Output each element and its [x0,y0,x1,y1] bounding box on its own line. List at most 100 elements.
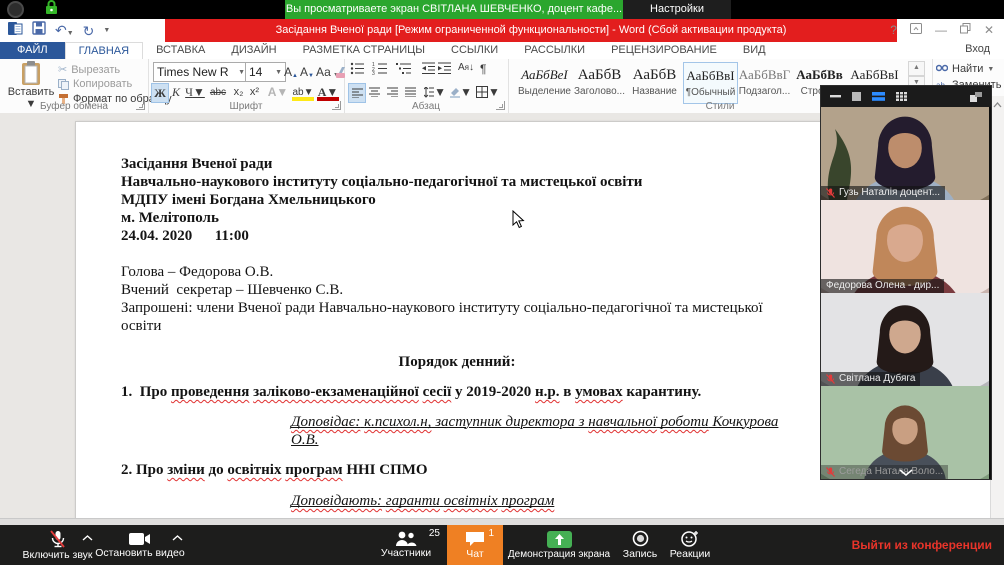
shading-button[interactable]: ▼ [450,83,472,101]
gallery-view-icon[interactable] [896,92,907,101]
reactions-button[interactable]: Реакции [664,525,716,565]
close-icon[interactable]: ✕ [984,19,994,42]
tab-рецензирование[interactable]: РЕЦЕНЗИРОВАНИЕ [598,42,730,59]
find-button[interactable]: Найти▼ [936,63,994,75]
document-paragraph: Засідання Вченої ради [121,155,793,173]
paragraph-group: 123 Ая↓ ¶ ▼ ▼ ▼ Абзац [344,59,509,113]
tab-главная[interactable]: ГЛАВНАЯ [65,42,143,59]
blank-line [121,245,793,263]
minimize-icon[interactable]: — [935,19,947,42]
justify-button[interactable] [402,83,418,101]
redo-button[interactable]: ↻ [83,24,95,38]
font-family-select[interactable]: Times New R▼ [153,62,249,82]
styles-scroll-up-icon[interactable]: ▲ [908,61,925,76]
video-options-chevron-icon[interactable] [172,535,183,541]
text-effects-button[interactable]: А▼ [268,83,288,101]
minimize-panel-icon[interactable] [830,95,841,98]
share-screen-button[interactable]: Демонстрация экрана [505,525,613,565]
bullets-icon[interactable] [350,62,366,80]
mic-muted-icon [826,188,835,198]
line-spacing-button[interactable]: ▼ [424,83,446,101]
video-tile-3[interactable]: Світлана Дубяга [821,293,989,386]
style-card-Подзагол...[interactable]: АаБбВвГПодзагол... [738,62,791,102]
cut-button[interactable]: ✂Вырезать [58,63,120,76]
multilevel-list-icon[interactable] [396,62,412,80]
borders-button[interactable]: ▼ [476,83,500,101]
save-icon[interactable] [32,21,46,40]
undo-caret-icon[interactable]: ▼ [67,30,74,37]
participants-button[interactable]: Участники 25 [370,525,442,565]
underline-button[interactable]: Ч▼ [185,83,205,101]
style-name: Выделение [518,86,571,97]
sort-icon[interactable]: Ая↓ [458,62,474,73]
tab-разметка страницы[interactable]: РАЗМЕТКА СТРАНИЦЫ [290,42,438,59]
increase-indent-icon[interactable] [438,62,452,80]
subscript-button[interactable]: х₂ [231,83,246,101]
participant-name-label: Світлана Дубяга [821,372,920,386]
scroll-up-icon[interactable] [993,102,1002,108]
style-card-¶Обычный[interactable]: АаБбВвІ¶Обычный [683,62,738,104]
participant-name-label: Гузь Наталія доцент... [821,186,945,200]
video-tile-2[interactable]: Федорова Олена - дир... [821,200,989,293]
numbering-icon[interactable]: 123 [372,62,388,80]
clipboard-icon [20,61,42,86]
tab-рассылки[interactable]: РАССЫЛКИ [511,42,598,59]
style-sample: АаБбВ [573,62,626,86]
font-dialog-launcher[interactable] [332,101,341,110]
style-card-Выделение[interactable]: АаБбВеІВыделение [518,62,571,102]
font-size-select[interactable]: 14▼ [245,62,286,82]
audio-options-chevron-icon[interactable] [82,535,93,541]
popout-panel-icon[interactable] [970,92,982,102]
style-card-Заголово...[interactable]: АаБбВЗаголово... [573,62,626,102]
view-settings-button[interactable]: Настройки просмотра▼ [623,0,731,19]
screen-share-banner: Вы просматриваете экран СВІТЛАНА ШЕВЧЕНК… [285,0,623,19]
align-left-button[interactable] [348,83,366,103]
chat-button[interactable]: Чат 1 [447,525,503,565]
speaker-view-icon[interactable] [852,92,861,101]
more-participants-chevron-icon[interactable] [899,469,913,476]
video-tile-4[interactable]: Сегеда Наталя Воло... [821,386,989,479]
tab-ссылки[interactable]: ССЫЛКИ [438,42,511,59]
reactions-icon [681,530,699,547]
participants-count-badge: 25 [429,528,440,539]
stop-video-button[interactable]: Остановить видео [94,525,186,565]
clipboard-dialog-launcher[interactable] [136,101,145,110]
tab-дизайн[interactable]: ДИЗАЙН [218,42,289,59]
tab-вид[interactable]: ВИД [730,42,779,59]
style-card-Название[interactable]: АаБбВНазвание [628,62,681,102]
leave-meeting-button[interactable]: Выйти из конференции [852,525,992,565]
font-color-button[interactable]: А▼ [317,83,339,101]
shrink-font-button[interactable]: А▼ [300,63,314,79]
italic-button[interactable]: К [169,83,183,101]
grow-font-button[interactable]: А▲ [284,63,298,79]
align-center-button[interactable] [366,83,382,101]
document-paragraph: Доповідає: к.психол.н, заступник директо… [121,413,793,449]
record-button[interactable]: Запись [616,525,664,565]
superscript-button[interactable]: х² [247,83,262,101]
highlight-color-button[interactable]: ab▼ [292,83,314,101]
strikethrough-button[interactable]: abc [207,83,229,101]
align-right-button[interactable] [384,83,400,101]
style-sample: АаБбВвІ [848,62,901,86]
paragraph-mark-icon[interactable]: ¶ [480,62,486,76]
qat-customize-icon[interactable]: ▼ [103,27,110,34]
bold-button[interactable]: Ж [151,83,169,103]
document-scrollbar[interactable] [990,96,1004,518]
copy-button[interactable]: Копировать [58,78,132,90]
document-paragraph: Вчений секретар – Шевченко С.В. [121,281,793,299]
help-icon[interactable]: ? [890,19,897,42]
word-app-icon [8,21,23,41]
strip-view-icon[interactable] [872,92,885,101]
decrease-indent-icon[interactable] [422,62,436,80]
ribbon-display-options-icon[interactable] [910,19,922,42]
undo-button[interactable]: ↶▼ [55,22,74,40]
restore-icon[interactable] [960,19,971,42]
tab-вставка[interactable]: ВСТАВКА [143,42,218,59]
sign-in-link[interactable]: Вход [965,43,990,55]
tab-файл[interactable]: ФАЙЛ [0,42,65,59]
mic-muted-icon [826,374,835,384]
document-paragraph: МДПУ імені Богдана Хмельницького [121,191,793,209]
video-tile-1[interactable]: Гузь Наталія доцент... [821,107,989,200]
document-paragraph: Навчально-наукового інституту соціально-… [121,173,793,191]
paragraph-dialog-launcher[interactable] [496,101,505,110]
